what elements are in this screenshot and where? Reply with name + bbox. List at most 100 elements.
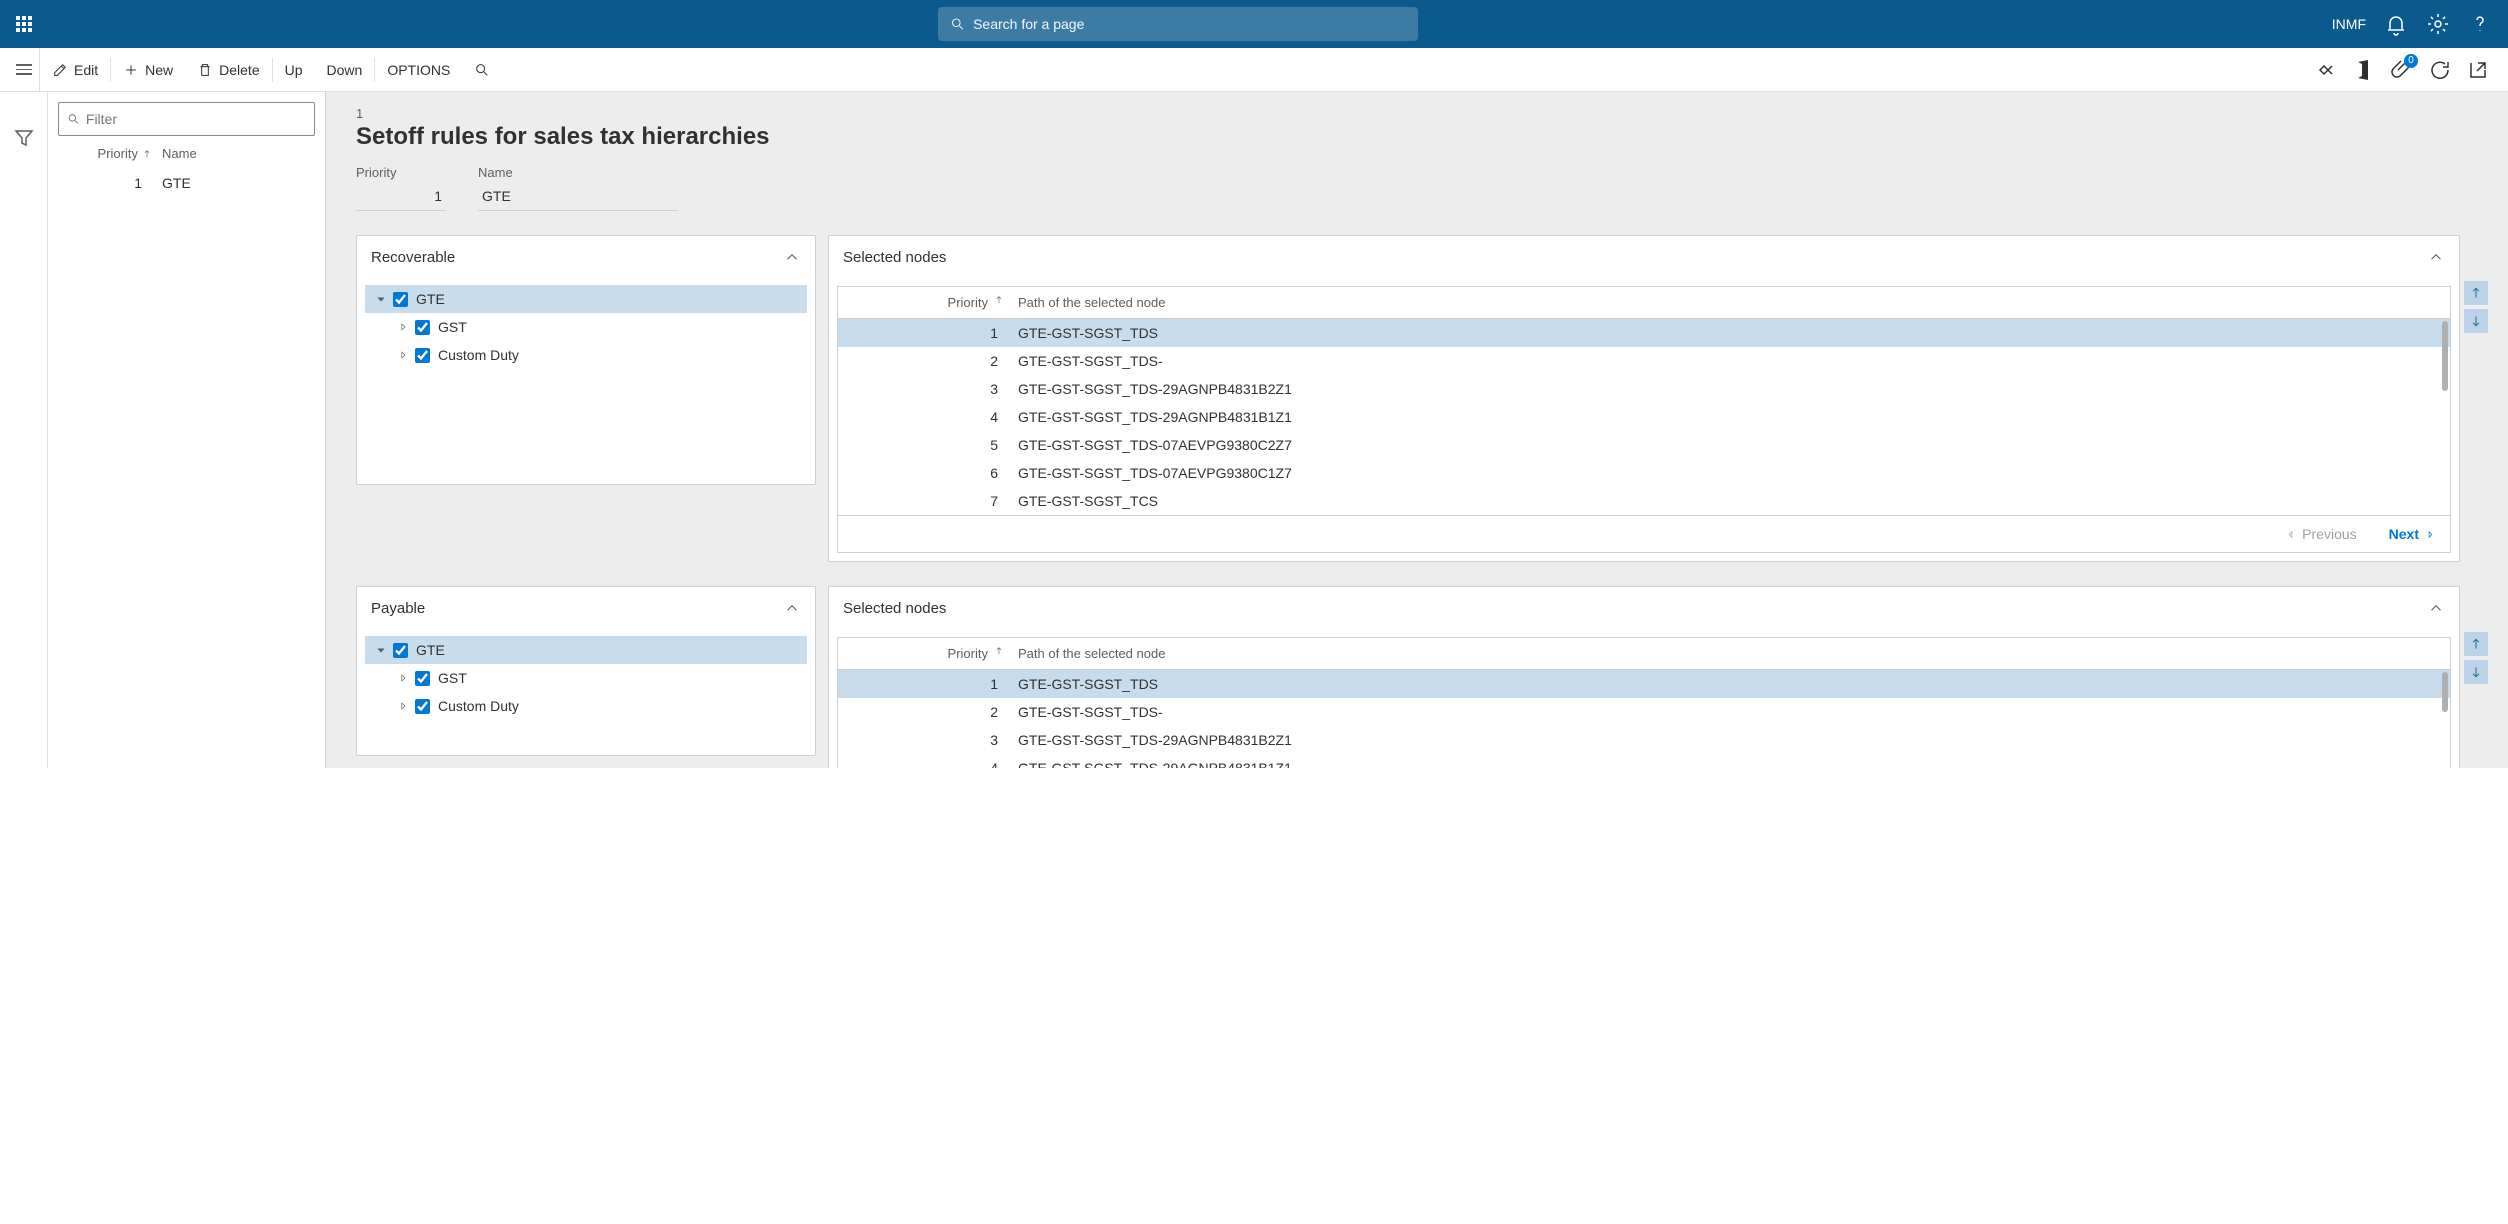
chevron-up-icon[interactable] — [783, 599, 801, 617]
cards-row-2: Payable GTEGSTCustom Duty Selected nodes — [356, 586, 2488, 768]
table-row[interactable]: 1GTE-GST-SGST_TDS — [838, 670, 2450, 698]
previous-button[interactable]: Previous — [2285, 526, 2356, 542]
global-search[interactable] — [938, 7, 1418, 41]
col-name-header[interactable]: Name — [162, 146, 315, 161]
col-path-header[interactable]: Path of the selected node — [1018, 646, 2442, 661]
col-priority-header[interactable]: Priority — [58, 146, 162, 161]
tree-item[interactable]: GTE — [365, 285, 807, 313]
plus-icon — [123, 62, 139, 78]
app-launcher-button[interactable] — [8, 8, 40, 40]
filter-rail-button[interactable] — [12, 126, 36, 150]
tree-checkbox[interactable] — [415, 320, 430, 335]
payable-header[interactable]: Payable — [357, 587, 815, 629]
chevron-up-icon[interactable] — [2427, 248, 2445, 266]
tree-checkbox[interactable] — [415, 671, 430, 686]
office-button[interactable] — [2352, 58, 2376, 82]
attachments-button[interactable]: 0 — [2390, 58, 2414, 82]
form-row: Priority 1 Name GTE — [356, 165, 2488, 211]
name-value[interactable]: GTE — [478, 184, 678, 211]
chevron-up-icon[interactable] — [2427, 599, 2445, 617]
popout-icon — [2466, 58, 2490, 82]
refresh-icon — [2428, 58, 2452, 82]
selected-nodes-header-1[interactable]: Selected nodes — [829, 236, 2459, 278]
search-icon — [950, 16, 965, 32]
refresh-button[interactable] — [2428, 58, 2452, 82]
tree-checkbox[interactable] — [415, 699, 430, 714]
col-priority-header[interactable]: Priority — [846, 646, 1018, 661]
priority-value[interactable]: 1 — [356, 184, 446, 211]
tree-item[interactable]: Custom Duty — [365, 341, 807, 369]
table-row[interactable]: 1GTE-GST-SGST_TDS — [838, 319, 2450, 347]
global-search-input[interactable] — [973, 16, 1406, 32]
table-row[interactable]: 3GTE-GST-SGST_TDS-29AGNPB4831B2Z1 — [838, 375, 2450, 403]
table-row[interactable]: 2GTE-GST-SGST_TDS- — [838, 347, 2450, 375]
scrollbar[interactable] — [2442, 672, 2448, 712]
search-icon — [474, 62, 490, 78]
table-row[interactable]: 3GTE-GST-SGST_TDS-29AGNPB4831B2Z1 — [838, 726, 2450, 754]
tree-toggle[interactable] — [397, 700, 409, 712]
tree-item[interactable]: GST — [365, 313, 807, 341]
row-priority: 1 — [846, 676, 1018, 692]
table-row[interactable]: 4GTE-GST-SGST_TDS-29AGNPB4831B1Z1 — [838, 754, 2450, 768]
col-path-header[interactable]: Path of the selected node — [1018, 295, 2442, 310]
tree-item[interactable]: GST — [365, 664, 807, 692]
down-label: Down — [327, 62, 363, 78]
move-down-button[interactable] — [2464, 660, 2488, 684]
scrollbar[interactable] — [2442, 321, 2448, 391]
move-down-button[interactable] — [2464, 309, 2488, 333]
new-button[interactable]: New — [111, 48, 185, 92]
move-up-button[interactable] — [2464, 632, 2488, 656]
company-label[interactable]: INMF — [2332, 16, 2366, 32]
selected-nodes-wrap-1: Selected nodes Priority Path of the sele… — [828, 235, 2488, 562]
list-filter[interactable] — [58, 102, 315, 136]
next-button[interactable]: Next — [2389, 526, 2436, 542]
row-path: GTE-GST-SGST_TDS-07AEVPG9380C2Z7 — [1018, 437, 2442, 453]
up-button[interactable]: Up — [273, 48, 315, 92]
popout-button[interactable] — [2466, 58, 2490, 82]
options-button[interactable]: OPTIONS — [375, 48, 462, 92]
help-button[interactable] — [2468, 12, 2492, 36]
tree-toggle[interactable] — [375, 293, 387, 305]
list-filter-input[interactable] — [86, 111, 306, 127]
tree-toggle[interactable] — [397, 672, 409, 684]
tree-item[interactable]: GTE — [365, 636, 807, 664]
table-row[interactable]: 4GTE-GST-SGST_TDS-29AGNPB4831B1Z1 — [838, 403, 2450, 431]
tree-item-label: GST — [438, 319, 467, 335]
notifications-button[interactable] — [2384, 12, 2408, 36]
tree-checkbox[interactable] — [393, 643, 408, 658]
table-row[interactable]: 7GTE-GST-SGST_TCS — [838, 487, 2450, 515]
table-row[interactable]: 5GTE-GST-SGST_TDS-07AEVPG9380C2Z7 — [838, 431, 2450, 459]
delete-button[interactable]: Delete — [185, 48, 271, 92]
edit-button[interactable]: Edit — [40, 48, 110, 92]
tree-toggle[interactable] — [397, 349, 409, 361]
related-info-button[interactable] — [2314, 58, 2338, 82]
recoverable-header[interactable]: Recoverable — [357, 236, 815, 278]
settings-button[interactable] — [2426, 12, 2450, 36]
move-up-button[interactable] — [2464, 281, 2488, 305]
cmdbar-right: 0 — [2314, 58, 2500, 82]
nav-toggle-button[interactable] — [8, 48, 40, 92]
down-button[interactable]: Down — [315, 48, 375, 92]
selected-nodes-header-2[interactable]: Selected nodes — [829, 587, 2459, 629]
tree-checkbox[interactable] — [415, 348, 430, 363]
tree-toggle[interactable] — [397, 321, 409, 333]
tree-toggle[interactable] — [375, 644, 387, 656]
office-icon — [2352, 58, 2376, 82]
trash-icon — [197, 62, 213, 78]
tree-checkbox[interactable] — [393, 292, 408, 307]
payable-body: GTEGSTCustom Duty — [357, 629, 815, 755]
table-row[interactable]: 6GTE-GST-SGST_TDS-07AEVPG9380C1Z7 — [838, 459, 2450, 487]
tree-item[interactable]: Custom Duty — [365, 692, 807, 720]
cards-row-1: Recoverable GTE GST Custom Duty Selected n… — [356, 235, 2488, 562]
topnav-right: INMF — [2332, 12, 2492, 36]
list-item[interactable]: 1GTE — [48, 167, 325, 199]
search-button[interactable] — [462, 48, 502, 92]
table-row[interactable]: 2GTE-GST-SGST_TDS- — [838, 698, 2450, 726]
priority-field: Priority 1 — [356, 165, 446, 211]
grid-body[interactable]: 1GTE-GST-SGST_TDS2GTE-GST-SGST_TDS-3GTE-… — [838, 319, 2450, 515]
row-priority: 1 — [846, 325, 1018, 341]
grid-body[interactable]: 1GTE-GST-SGST_TDS2GTE-GST-SGST_TDS-3GTE-… — [838, 670, 2450, 768]
col-priority-header[interactable]: Priority — [846, 295, 1018, 310]
selected-nodes-body-1: Priority Path of the selected node 1GTE-… — [829, 278, 2459, 561]
chevron-up-icon[interactable] — [783, 248, 801, 266]
